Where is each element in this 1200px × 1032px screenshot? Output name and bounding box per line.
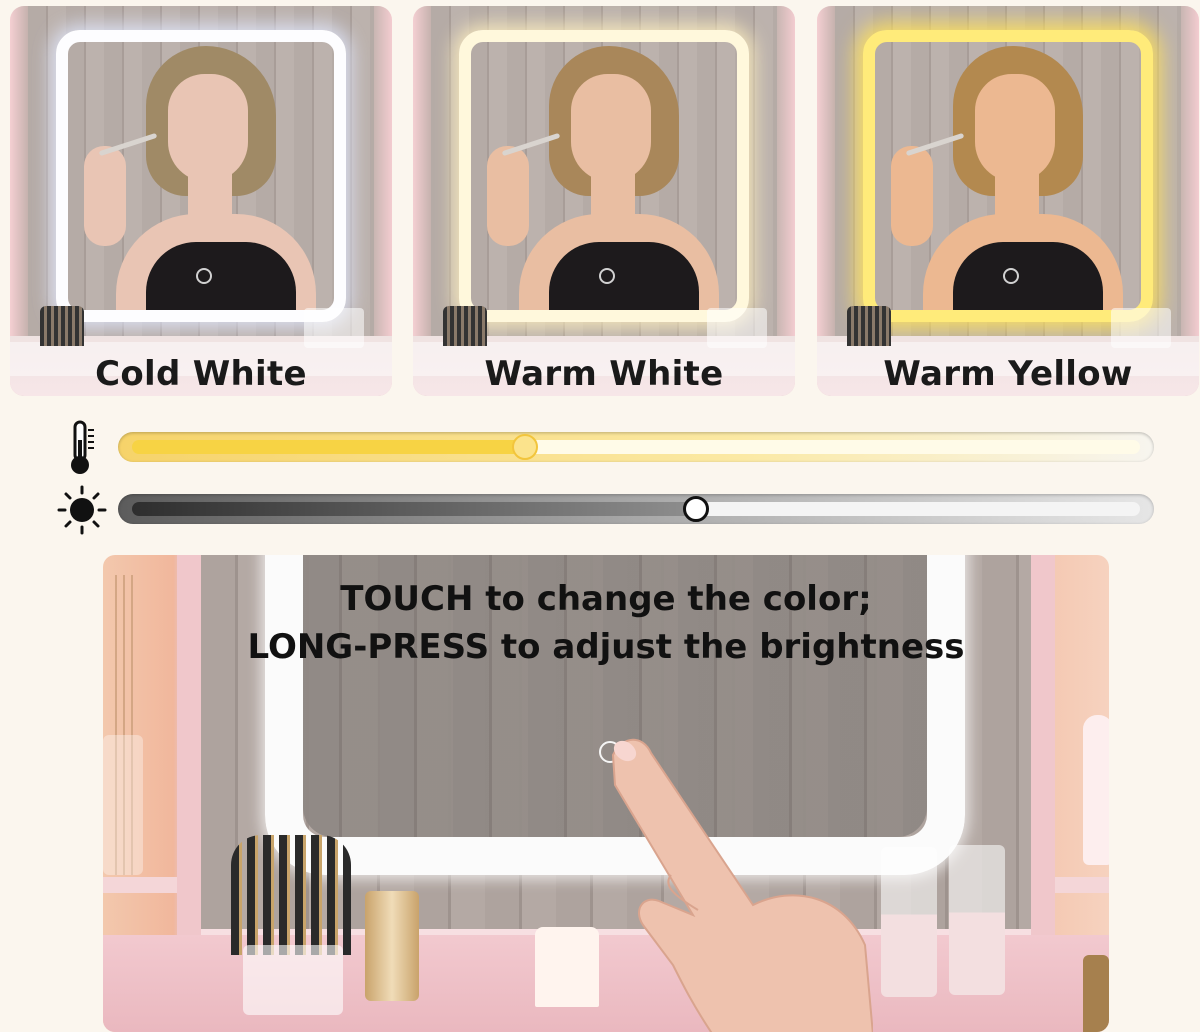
caption-line-1: TOUCH to change the color; <box>340 579 872 619</box>
dropper-bottle <box>1083 955 1109 1032</box>
cosmetic-bottle <box>1083 715 1109 865</box>
thermometer-icon <box>71 420 94 474</box>
side-shelf <box>103 877 177 893</box>
panel-label: Cold White <box>95 354 307 394</box>
slider-rest <box>525 440 1140 454</box>
cosmetic-bottle <box>949 845 1005 995</box>
cosmetic-jar <box>365 891 419 1001</box>
slider-fill <box>132 502 697 516</box>
makeup-brushes <box>231 835 351 955</box>
brightness-slider[interactable] <box>118 494 1154 524</box>
panel-cold-white: Cold White <box>10 6 392 396</box>
panel-warm-yellow: Warm Yellow <box>817 6 1199 396</box>
touch-sensor-icon <box>1003 268 1019 284</box>
slider-rest <box>696 502 1140 516</box>
slider-handle[interactable] <box>683 496 710 522</box>
color-temperature-slider[interactable] <box>118 432 1154 462</box>
touch-sensor-icon <box>196 268 212 284</box>
cosmetic-bottle <box>881 847 937 997</box>
instruction-caption: TOUCH to change the color; LONG-PRESS to… <box>103 575 1109 671</box>
diffuser-bottle <box>103 735 143 875</box>
brush-holder <box>243 945 343 1015</box>
side-shelf <box>1055 877 1109 893</box>
pointing-hand <box>611 738 873 1032</box>
slider-fill <box>132 440 526 454</box>
sun-icon <box>57 485 107 535</box>
touch-sensor-icon <box>599 268 615 284</box>
slider-handle[interactable] <box>512 434 539 460</box>
caption-line-2: LONG-PRESS to adjust the brightness <box>247 627 965 667</box>
panel-warm-white: Warm White <box>413 6 795 396</box>
panel-label: Warm Yellow <box>883 354 1133 394</box>
panel-label: Warm White <box>484 354 724 394</box>
cream-tube <box>535 927 599 1007</box>
